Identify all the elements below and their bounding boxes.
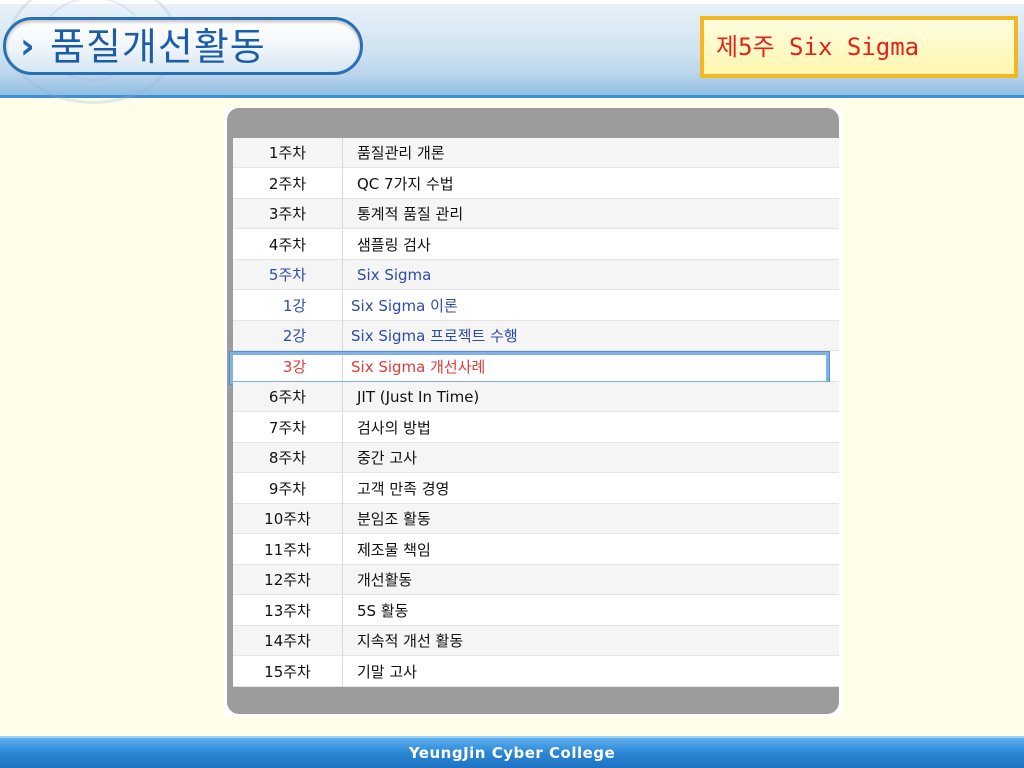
week-label: 11주차 xyxy=(233,535,343,565)
current-week-box: 제5주 Six Sigma xyxy=(700,16,1018,78)
topic-label: 분임조 활동 xyxy=(357,510,431,528)
lecture-row[interactable]: 2강 Six Sigma 프로젝트 수행 xyxy=(233,321,839,351)
week-label: 2강 xyxy=(233,321,343,351)
week-row[interactable]: 13주차 5S 활동 xyxy=(233,596,839,626)
week-label: 4주차 xyxy=(233,230,343,260)
topic-label: Six Sigma xyxy=(357,266,432,284)
header-bar: › 품질개선활동 제5주 Six Sigma xyxy=(0,0,1024,104)
footer-bar: YeungJin Cyber College xyxy=(0,736,1024,768)
week-label: 7주차 xyxy=(233,413,343,443)
syllabus-table: 1주차 품질관리 개론 2주차 QC 7가지 수법 3주차 통계적 품질 관리 4주차 샘플링… xyxy=(229,138,839,687)
selected-row-highlight xyxy=(229,351,830,385)
week-label: 8주차 xyxy=(233,443,343,473)
week-row[interactable]: 12주차 개선활동 xyxy=(233,565,839,595)
course-title: 품질개선활동 xyxy=(50,25,266,69)
week-row[interactable]: 11주차 제조물 책임 xyxy=(233,535,839,565)
week-label: 2주차 xyxy=(233,169,343,199)
week-label: 1주차 xyxy=(233,138,343,168)
topic-label: JIT (Just In Time) xyxy=(357,388,480,406)
topic-label: QC 7가지 수법 xyxy=(357,175,454,193)
week-label: 13주차 xyxy=(233,596,343,626)
week-row[interactable]: 5주차 Six Sigma xyxy=(233,260,839,290)
topic-label: Six Sigma 이론 xyxy=(351,297,458,315)
topic-label: 통계적 품질 관리 xyxy=(357,205,464,223)
week-row[interactable]: 14주차 지속적 개선 활동 xyxy=(233,626,839,656)
college-name: YeungJin Cyber College xyxy=(408,744,616,762)
topic-label: 개선활동 xyxy=(357,571,413,589)
week-label: 9주차 xyxy=(233,474,343,504)
chevron-right-icon: › xyxy=(20,26,35,67)
week-label: 10주차 xyxy=(233,504,343,534)
topic-label: 중간 고사 xyxy=(357,449,417,467)
week-row[interactable]: 3주차 통계적 품질 관리 xyxy=(233,199,839,229)
week-row[interactable]: 7주차 검사의 방법 xyxy=(233,413,839,443)
week-row[interactable]: 2주차 QC 7가지 수법 xyxy=(233,169,839,199)
week-row[interactable]: 4주차 샘플링 검사 xyxy=(233,230,839,260)
topic-label: 검사의 방법 xyxy=(357,419,431,437)
current-week-label: 제5주 Six Sigma xyxy=(716,33,920,61)
week-row[interactable]: 15주차 기말 고사 xyxy=(233,657,839,687)
topic-label: 품질관리 개론 xyxy=(357,144,445,162)
lecture-row[interactable]: 1강 Six Sigma 이론 xyxy=(233,291,839,321)
topic-label: 지속적 개선 활동 xyxy=(357,632,464,650)
week-row[interactable]: 8주차 중간 고사 xyxy=(233,443,839,473)
week-label: 1강 xyxy=(233,291,343,321)
topic-label: 고객 만족 경영 xyxy=(357,480,450,498)
week-label: 3주차 xyxy=(233,199,343,229)
week-row[interactable]: 10주차 분임조 활동 xyxy=(233,504,839,534)
week-row[interactable]: 1주차 품질관리 개론 xyxy=(233,138,839,168)
topic-label: 샘플링 검사 xyxy=(357,236,431,254)
week-label: 15주차 xyxy=(233,657,343,687)
topic-label: 5S 활동 xyxy=(357,602,409,620)
course-title-pill: › 품질개선활동 xyxy=(3,17,363,75)
topic-label: 기말 고사 xyxy=(357,663,417,681)
week-label: 6주차 xyxy=(233,382,343,412)
week-row[interactable]: 9주차 고객 만족 경영 xyxy=(233,474,839,504)
week-label: 14주차 xyxy=(233,626,343,656)
week-row[interactable]: 6주차 JIT (Just In Time) xyxy=(233,382,839,412)
syllabus-panel: 1주차 품질관리 개론 2주차 QC 7가지 수법 3주차 통계적 품질 관리 4주차 샘플링… xyxy=(224,108,842,716)
topic-label: Six Sigma 프로젝트 수행 xyxy=(351,327,518,345)
topic-label: 제조물 책임 xyxy=(357,541,431,559)
week-label: 5주차 xyxy=(233,260,343,290)
week-label: 12주차 xyxy=(233,565,343,595)
lecture-row[interactable]: 3강 Six Sigma 개선사례 xyxy=(229,351,839,385)
